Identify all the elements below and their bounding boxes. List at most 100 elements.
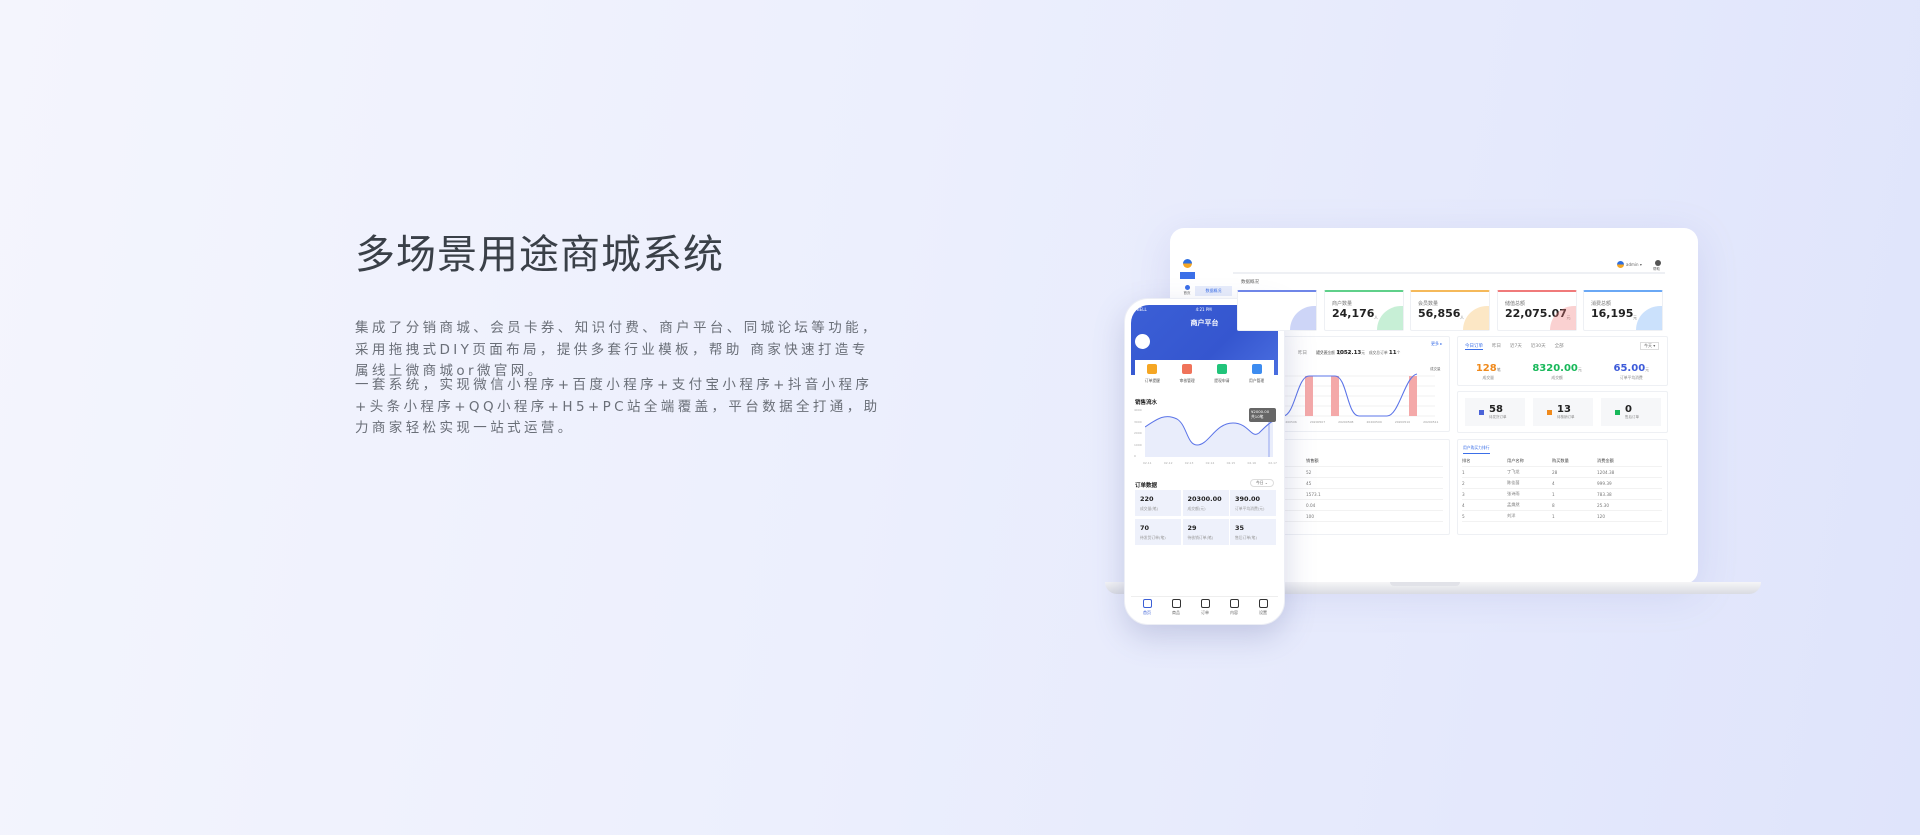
quick-action-icon bbox=[1147, 364, 1158, 374]
table-row: 2 陈佳茵 4 999.39 bbox=[1462, 478, 1662, 489]
stat-icon bbox=[1636, 306, 1662, 330]
order-grid-cell[interactable]: 70 待发货订单(笔) bbox=[1135, 519, 1181, 545]
platforms-paragraph: 一套系统，实现微信小程序+百度小程序+支付宝小程序+抖音小程序+头条小程序+QQ… bbox=[355, 377, 881, 436]
area-fill bbox=[1145, 416, 1273, 457]
stat-unit: 人 bbox=[1460, 315, 1464, 320]
avatar[interactable] bbox=[1135, 334, 1150, 349]
order-grid-cell[interactable]: 20300.00 成交额(元) bbox=[1182, 490, 1229, 516]
tab-grid[interactable]: 商品 bbox=[1166, 599, 1186, 616]
order-status-icon bbox=[1547, 409, 1552, 415]
tab-gear[interactable]: 设置 bbox=[1253, 599, 1273, 616]
grid-value: 35 bbox=[1235, 524, 1245, 532]
tab-label: 设置 bbox=[1259, 610, 1267, 615]
order-tab[interactable]: 全部 bbox=[1555, 343, 1564, 350]
help-label: 帮助 bbox=[1653, 267, 1660, 271]
more-link[interactable]: 更多 ▸ bbox=[1431, 341, 1442, 347]
quick-action-label: 用户管理 bbox=[1249, 378, 1265, 383]
table-row: 5 刘洋 1 120 bbox=[1462, 511, 1662, 522]
metric-value: 8320.00 bbox=[1532, 363, 1578, 374]
order-tab[interactable]: 近30天 bbox=[1531, 343, 1546, 350]
sidebar-active-block[interactable] bbox=[1180, 272, 1195, 279]
chart-tab[interactable]: 昨日 bbox=[1298, 351, 1307, 356]
page-title: 多场景用途商城系统 bbox=[355, 232, 724, 278]
table-cell: 1573.1 bbox=[1306, 491, 1321, 497]
x-label: 20200507 bbox=[1309, 420, 1326, 424]
sidebar-item-home[interactable]: 首页 bbox=[1182, 285, 1192, 296]
summary-label: 成交总订单 bbox=[1368, 350, 1388, 355]
x-tick: 02.14 bbox=[1205, 461, 1215, 465]
orders-filter-value: 今日 bbox=[1256, 480, 1264, 485]
order-grid-cell[interactable]: 29 待核销订单(笔) bbox=[1182, 519, 1229, 545]
order-status-list: 58 待发货订单 13 待核销订单 0 售后订单 bbox=[1465, 398, 1661, 426]
stat-icon bbox=[1377, 306, 1403, 330]
avatar[interactable] bbox=[1617, 261, 1624, 268]
order-status-box[interactable]: 58 待发货订单 bbox=[1465, 398, 1525, 426]
table-cell: 1204.38 bbox=[1597, 469, 1615, 475]
chart-summary: 成交总金额 1052.13元 成交总订单 11个 bbox=[1316, 350, 1400, 356]
order-tab[interactable]: 近7天 bbox=[1510, 343, 1522, 350]
stat-value: 24,176 bbox=[1332, 307, 1375, 320]
quick-action-icon bbox=[1182, 364, 1193, 374]
quick-action[interactable]: 用户管理 bbox=[1242, 364, 1272, 392]
user-menu[interactable]: admin ▾ bbox=[1626, 262, 1642, 267]
order-tab[interactable]: 昨日 bbox=[1492, 343, 1501, 350]
quick-action[interactable]: 审核管理 bbox=[1172, 364, 1202, 392]
order-status-icon bbox=[1479, 409, 1484, 415]
x-axis-ticks: 02.11 02.12 02.13 02.14 02.15 02.16 02.17 bbox=[1143, 461, 1277, 465]
order-grid-cell[interactable]: 220 成交量(笔) bbox=[1135, 490, 1181, 516]
order-tab[interactable]: 今日订单 bbox=[1465, 343, 1483, 350]
table-cell: 100 bbox=[1306, 513, 1314, 519]
period-select[interactable]: 今天 ▾ bbox=[1640, 342, 1660, 350]
grid-icon bbox=[1171, 599, 1181, 608]
order-status-box[interactable]: 0 售后订单 bbox=[1601, 398, 1661, 426]
stat-label: 储值总额 bbox=[1505, 301, 1526, 307]
quick-action[interactable]: 订单提醒 bbox=[1137, 364, 1167, 392]
metric-row: 8320.00元 bbox=[1532, 356, 1582, 375]
order-metric: 8320.00元 成交额 bbox=[1532, 356, 1582, 381]
metric-label: 成交额 bbox=[1551, 375, 1563, 380]
order-tabs: 今日订单 昨日 近7天 近30天 全部 bbox=[1465, 343, 1573, 350]
column-header: 用户名称 bbox=[1507, 458, 1524, 463]
orders-filter[interactable]: 今日 ⌄ bbox=[1250, 479, 1274, 487]
metric-row: 128笔 bbox=[1476, 356, 1501, 375]
table-cell: 783.38 bbox=[1597, 491, 1612, 497]
stat-unit: 人 bbox=[1374, 315, 1378, 320]
quick-action-label: 审核管理 bbox=[1179, 378, 1195, 383]
status-label: 待核销订单 bbox=[1557, 414, 1575, 419]
orders-title: 订单数据 bbox=[1135, 483, 1158, 489]
laptop-notch bbox=[1390, 582, 1460, 586]
stat-label: 会员数量 bbox=[1418, 301, 1439, 307]
table-cell: 28 bbox=[1552, 469, 1558, 475]
stat-card: 消费总额 16,195 元 bbox=[1583, 290, 1663, 331]
table-cell: 5 bbox=[1462, 513, 1465, 519]
grid-label: 待核销订单(笔) bbox=[1187, 535, 1214, 540]
order-grid-cell[interactable]: 390.00 订单平均消费(元) bbox=[1230, 490, 1276, 516]
stat-value: 56,856 bbox=[1418, 307, 1461, 320]
quick-action[interactable]: 提现申请 bbox=[1207, 364, 1237, 392]
tab-home[interactable]: 首页 bbox=[1137, 599, 1157, 616]
tab-order[interactable]: 订单 bbox=[1195, 599, 1215, 616]
x-tick: 02.16 bbox=[1247, 461, 1257, 465]
quick-action-label: 订单提醒 bbox=[1144, 378, 1160, 383]
home-icon bbox=[1184, 285, 1190, 290]
x-label: 20200508 bbox=[1338, 420, 1354, 424]
tab-content[interactable]: 内容 bbox=[1224, 599, 1244, 616]
y-tick: 3000 bbox=[1134, 419, 1142, 424]
logo-icon bbox=[1183, 259, 1192, 268]
order-grid-cell[interactable]: 35 售后订单(笔) bbox=[1230, 519, 1276, 545]
tooltip-count: 共10笔 bbox=[1251, 414, 1264, 419]
table-cell: 120 bbox=[1597, 513, 1605, 519]
help-icon[interactable] bbox=[1655, 260, 1661, 266]
user-name: admin bbox=[1626, 262, 1639, 267]
grid-label: 成交量(笔) bbox=[1140, 506, 1159, 511]
x-label: 20200511 bbox=[1423, 420, 1439, 424]
stat-unit: 元 bbox=[1633, 315, 1637, 320]
grid-value: 29 bbox=[1187, 524, 1197, 532]
order-status-box[interactable]: 13 待核销订单 bbox=[1533, 398, 1593, 426]
table-cell: 0.04 bbox=[1306, 502, 1316, 508]
sidebar-subitem-overview[interactable]: 数据概况 bbox=[1195, 286, 1232, 296]
tab-user-rank[interactable]: 用户购买力排行 bbox=[1463, 445, 1490, 454]
summary-unit: 个 bbox=[1396, 350, 1401, 355]
quick-actions: 订单提醒 审核管理 提现申请 用户管理 bbox=[1135, 360, 1274, 392]
clock: 4:21 PM bbox=[1195, 307, 1212, 312]
